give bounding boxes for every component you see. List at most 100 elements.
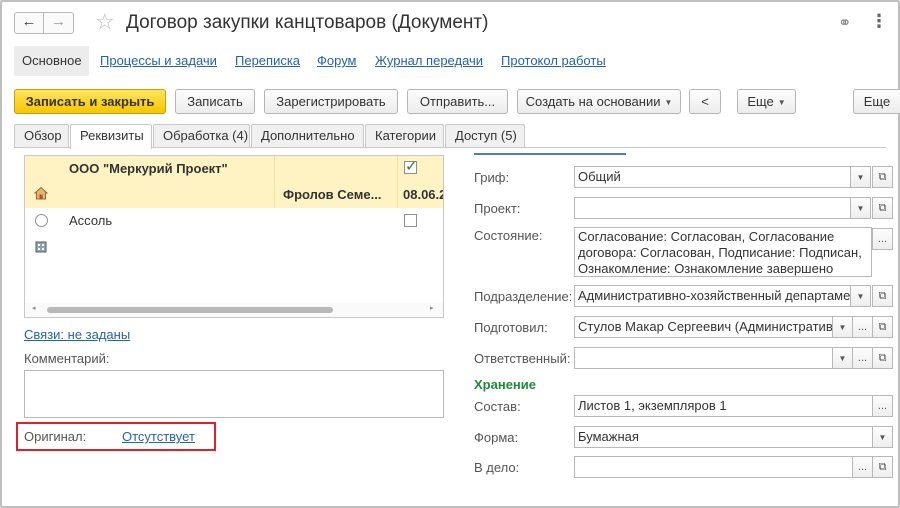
chevron-down-icon: ▼ [878, 433, 887, 442]
prepared-dropdown-button[interactable]: ▼ [832, 316, 853, 338]
tab-additional[interactable]: Дополнительно [251, 124, 364, 148]
chevron-down-icon: ▼ [838, 323, 847, 332]
list-item[interactable]: ООО "Меркурий Проект" ✓ [25, 156, 443, 182]
original-label: Оригинал: [24, 429, 87, 444]
tab-requisites[interactable]: Реквизиты [70, 124, 152, 149]
open-icon: ⧉ [878, 321, 887, 333]
prepared-open-button[interactable]: ⧉ [872, 316, 893, 338]
section-correspondence[interactable]: Переписка [235, 46, 300, 76]
form-type-dropdown-button[interactable]: ▼ [872, 426, 893, 448]
responsible-open-button[interactable]: ⧉ [872, 347, 893, 369]
chevron-down-icon: ▼ [856, 292, 865, 301]
state-label: Состояние: [474, 228, 543, 243]
division-open-button[interactable]: ⧉ [872, 285, 893, 307]
tab-access[interactable]: Доступ (5) [445, 124, 525, 148]
section-forum[interactable]: Форум [317, 46, 357, 76]
list-item-person: Фролов Семе... [283, 187, 382, 202]
tab-processing[interactable]: Обработка (4) [153, 124, 250, 148]
scroll-right-icon[interactable]: ▸ [430, 304, 434, 312]
column-divider [397, 182, 398, 208]
more-button[interactable]: Еще ▼ [737, 89, 796, 114]
share-icon: < [701, 94, 709, 109]
comment-input[interactable] [24, 370, 444, 418]
list-item-checkbox[interactable] [404, 214, 417, 227]
composition-select-button[interactable]: ... [872, 395, 893, 417]
more-button-secondary[interactable]: Еще [853, 89, 900, 114]
favorite-star-icon[interactable]: ☆ [95, 10, 115, 34]
storage-heading: Хранение [474, 377, 536, 392]
prepared-label: Подготовил: [474, 320, 548, 335]
grif-field[interactable]: Общий [574, 166, 851, 188]
more-options-icon[interactable]: ⋮ [870, 11, 888, 32]
list-item[interactable]: Фролов Семе... 08.06.2 [25, 182, 444, 208]
to-case-open-button[interactable]: ⧉ [872, 456, 893, 478]
division-field[interactable]: Административно-хозяйственный департамен [574, 285, 851, 307]
chevron-down-icon: ▼ [856, 173, 865, 182]
scroll-left-icon[interactable]: ◂ [32, 304, 36, 312]
list-item-radio[interactable] [35, 214, 48, 227]
division-label: Подразделение: [474, 289, 573, 304]
open-icon: ⧉ [878, 171, 887, 183]
save-button[interactable]: Записать [175, 89, 255, 114]
horizontal-scrollbar[interactable]: ◂ ▸ [25, 303, 443, 317]
back-button[interactable]: ← [14, 12, 44, 34]
scrollbar-thumb[interactable] [47, 307, 333, 313]
to-case-label: В дело: [474, 460, 520, 475]
to-case-select-button[interactable]: ... [852, 456, 873, 478]
panel-accent [474, 153, 626, 155]
section-processes[interactable]: Процессы и задачи [100, 46, 217, 76]
document-title: Договор закупки канцтоваров (Документ) [126, 12, 489, 33]
responsible-label: Ответственный: [474, 351, 571, 366]
grif-open-button[interactable]: ⧉ [872, 166, 893, 188]
responsible-field[interactable] [574, 347, 833, 369]
section-transfer-log[interactable]: Журнал передачи [375, 46, 483, 76]
project-open-button[interactable]: ⧉ [872, 197, 893, 219]
grif-dropdown-button[interactable]: ▼ [850, 166, 871, 188]
form-type-field[interactable]: Бумажная [574, 426, 873, 448]
send-button[interactable]: Отправить... [407, 89, 508, 114]
create-based-on-label: Создать на основании [525, 94, 661, 109]
tab-overview[interactable]: Обзор [14, 124, 69, 148]
section-main[interactable]: Основное [14, 46, 89, 76]
form-type-label: Форма: [474, 430, 519, 445]
list-item-date: 08.06.2 [403, 187, 444, 202]
list-item-name: ООО "Меркурий Проект" [69, 161, 228, 176]
open-icon: ⧉ [878, 202, 887, 214]
grif-label: Гриф: [474, 170, 510, 185]
list-item[interactable] [25, 234, 443, 260]
register-button[interactable]: Зарегистрировать [264, 89, 398, 114]
chevron-down-icon: ▼ [856, 204, 865, 213]
responsible-dropdown-button[interactable]: ▼ [832, 347, 853, 369]
project-label: Проект: [474, 201, 521, 216]
save-and-close-button[interactable]: Записать и закрыть [14, 89, 166, 114]
prepared-field[interactable]: Стулов Макар Сергеевич (Административ [574, 316, 833, 338]
state-select-button[interactable]: ... [872, 228, 893, 250]
prepared-select-button[interactable]: ... [852, 316, 873, 338]
column-divider [274, 182, 275, 208]
project-field[interactable] [574, 197, 851, 219]
state-field[interactable]: Согласование: Согласован, Согласование д… [574, 227, 872, 277]
more-label: Еще [747, 94, 774, 109]
comment-label: Комментарий: [24, 351, 110, 366]
link-icon[interactable]: ⚭ [838, 13, 851, 33]
list-item[interactable]: Ассоль [25, 208, 443, 234]
column-divider [274, 156, 275, 182]
project-dropdown-button[interactable]: ▼ [850, 197, 871, 219]
forward-button[interactable]: → [44, 12, 74, 34]
home-icon [33, 186, 49, 203]
chevron-down-icon: ▼ [664, 98, 673, 108]
division-dropdown-button[interactable]: ▼ [850, 285, 871, 307]
create-based-on-button[interactable]: Создать на основании ▼ [517, 89, 681, 114]
links-link[interactable]: Связи: не заданы [24, 327, 130, 342]
open-icon: ⧉ [878, 461, 887, 473]
share-button[interactable]: < [689, 89, 721, 114]
list-item-checkbox[interactable]: ✓ [404, 159, 418, 174]
composition-field[interactable]: Листов 1, экземпляров 1 [574, 395, 873, 417]
original-value-link[interactable]: Отсутствует [122, 429, 195, 444]
tab-categories[interactable]: Категории [365, 124, 444, 148]
responsible-select-button[interactable]: ... [852, 347, 873, 369]
arrow-left-icon: ← [21, 13, 37, 30]
to-case-field[interactable] [574, 456, 853, 478]
participants-list[interactable]: ООО "Меркурий Проект" ✓ Фролов Семе... 0… [24, 155, 444, 318]
section-work-log[interactable]: Протокол работы [501, 46, 606, 76]
